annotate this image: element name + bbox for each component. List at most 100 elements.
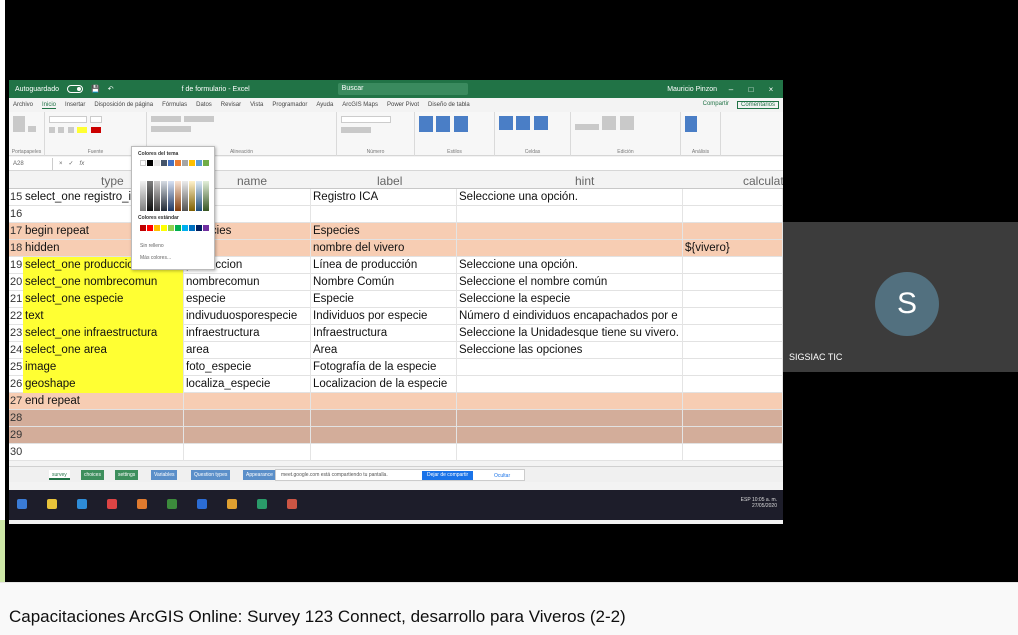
- sheet-tab[interactable]: Appearance: [243, 470, 276, 480]
- folder-icon[interactable]: [227, 499, 237, 509]
- ribbon-tab[interactable]: Vista: [250, 102, 263, 108]
- row-number[interactable]: 26: [9, 376, 23, 393]
- outlook-icon[interactable]: [197, 499, 207, 509]
- hide-notice-button[interactable]: Ocultar: [494, 471, 510, 482]
- row-number[interactable]: 15: [9, 189, 23, 206]
- excel-icon[interactable]: [257, 499, 267, 509]
- sort-filter-icon[interactable]: [602, 116, 617, 130]
- table-row[interactable]: 18hiddenveronombre del vivero${vivero}: [9, 240, 783, 257]
- row-number[interactable]: 27: [9, 393, 23, 410]
- cell-styles-icon[interactable]: [453, 116, 468, 132]
- cell-hint[interactable]: Número d eindividuos encapachados por e: [457, 308, 683, 325]
- cell-label[interactable]: Localizacion de la especie: [311, 376, 457, 393]
- cell-label[interactable]: nombre del vivero: [311, 240, 457, 257]
- cell-name[interactable]: indivuduosporespecie: [184, 308, 311, 325]
- theme-color-row[interactable]: [140, 160, 209, 166]
- cell-hint[interactable]: Seleccione una opción.: [457, 189, 683, 206]
- row-number[interactable]: 30: [9, 444, 23, 461]
- cell-label[interactable]: [311, 206, 457, 223]
- cell-hint[interactable]: [457, 359, 683, 376]
- table-row[interactable]: 21 select_one especie especie Especie Selecc…: [9, 291, 783, 308]
- font-name-select[interactable]: [49, 116, 87, 123]
- cell-calculation[interactable]: [683, 257, 783, 274]
- table-row[interactable]: 26 geoshape localiza_especie Localizacion d…: [9, 376, 783, 393]
- comments-button[interactable]: Comentarios: [736, 101, 779, 109]
- browser-icon[interactable]: [107, 499, 117, 509]
- conditional-format-icon[interactable]: [419, 116, 433, 132]
- table-row[interactable]: 20 select_one nombrecomun nombrecomun Nombr…: [9, 274, 783, 291]
- cell-label[interactable]: [311, 410, 457, 427]
- row-number[interactable]: 21: [9, 291, 23, 308]
- cell-name[interactable]: [184, 410, 311, 427]
- cell-label[interactable]: Fotografía de la especie: [311, 359, 457, 376]
- cell-label[interactable]: Registro ICA: [311, 189, 457, 206]
- fill-color-palette[interactable]: Colores del tema Colores estándar Sin re…: [131, 146, 215, 270]
- cell-label[interactable]: [311, 393, 457, 410]
- ribbon-tab[interactable]: Datos: [196, 102, 212, 108]
- insert-cells-icon[interactable]: [499, 116, 513, 130]
- row-number[interactable]: 18: [9, 240, 23, 257]
- cell-type[interactable]: end repeat: [23, 393, 184, 410]
- cell-hint[interactable]: [457, 223, 683, 240]
- undo-icon[interactable]: ↶: [108, 85, 114, 93]
- save-icon[interactable]: 💾: [91, 85, 100, 93]
- close-icon[interactable]: ×: [765, 85, 777, 94]
- ribbon-tab[interactable]: Diseño de tabla: [428, 102, 470, 108]
- row-number[interactable]: 23: [9, 325, 23, 342]
- maps-icon[interactable]: [137, 499, 147, 509]
- cell-type[interactable]: select_one especie: [23, 291, 184, 308]
- cell-hint[interactable]: [457, 240, 683, 257]
- cell-name[interactable]: infraestructura: [184, 325, 311, 342]
- number-format-select[interactable]: [341, 116, 391, 123]
- cell-calculation[interactable]: [683, 393, 783, 410]
- column-header-calculation[interactable]: calculatic: [743, 174, 783, 188]
- cell-calculation[interactable]: [683, 376, 783, 393]
- more-colors-option[interactable]: Más colores...: [140, 255, 171, 261]
- cell-type[interactable]: select_one nombrecomun: [23, 274, 184, 291]
- table-row[interactable]: 16: [9, 206, 783, 223]
- table-row[interactable]: 28: [9, 410, 783, 427]
- row-number[interactable]: 20: [9, 274, 23, 291]
- fill-color-icon[interactable]: [77, 127, 88, 133]
- cell-calculation[interactable]: [683, 291, 783, 308]
- cell-label[interactable]: Línea de producción: [311, 257, 457, 274]
- cell-label[interactable]: Especie: [311, 291, 457, 308]
- cell-name[interactable]: foto_especie: [184, 359, 311, 376]
- name-box[interactable]: A28: [13, 157, 53, 170]
- file-explorer-icon[interactable]: [77, 499, 87, 509]
- cell-calculation[interactable]: ${vivero}: [683, 240, 783, 257]
- autosave-toggle[interactable]: [66, 85, 83, 93]
- sheet-tab[interactable]: Question types: [191, 470, 231, 480]
- row-number[interactable]: 22: [9, 308, 23, 325]
- no-fill-option[interactable]: Sin relleno: [140, 243, 164, 249]
- wrap-text-icon[interactable]: [184, 116, 215, 122]
- table-row[interactable]: 19select_one produccionproduccionLínea d…: [9, 257, 783, 274]
- format-cells-icon[interactable]: [533, 116, 548, 130]
- column-header-label[interactable]: label: [377, 174, 402, 188]
- cell-hint[interactable]: [457, 410, 683, 427]
- cell-name[interactable]: [184, 444, 311, 461]
- table-row[interactable]: 27 end repeat: [9, 393, 783, 410]
- minimize-icon[interactable]: –: [725, 85, 737, 94]
- cell-type[interactable]: image: [23, 359, 184, 376]
- italic-icon[interactable]: [58, 127, 65, 133]
- cell-label[interactable]: Especies: [311, 223, 457, 240]
- cell-name[interactable]: area: [184, 342, 311, 359]
- row-number[interactable]: 24: [9, 342, 23, 359]
- table-row[interactable]: 30: [9, 444, 783, 461]
- cell-calculation[interactable]: [683, 325, 783, 342]
- find-select-icon[interactable]: [619, 116, 634, 130]
- cell-calculation[interactable]: [683, 223, 783, 240]
- cell-name[interactable]: [184, 393, 311, 410]
- font-color-icon[interactable]: [90, 127, 101, 133]
- ribbon-tab[interactable]: Ayuda: [316, 102, 333, 108]
- cell-calculation[interactable]: [683, 359, 783, 376]
- cell-type[interactable]: select_one area: [23, 342, 184, 359]
- number-format-icons[interactable]: [341, 127, 371, 133]
- teams-icon[interactable]: [167, 499, 177, 509]
- format-table-icon[interactable]: [436, 116, 451, 132]
- row-number[interactable]: 19: [9, 257, 23, 274]
- copy-icon[interactable]: [28, 126, 37, 132]
- cell-hint[interactable]: [457, 444, 683, 461]
- cell-calculation[interactable]: [683, 427, 783, 444]
